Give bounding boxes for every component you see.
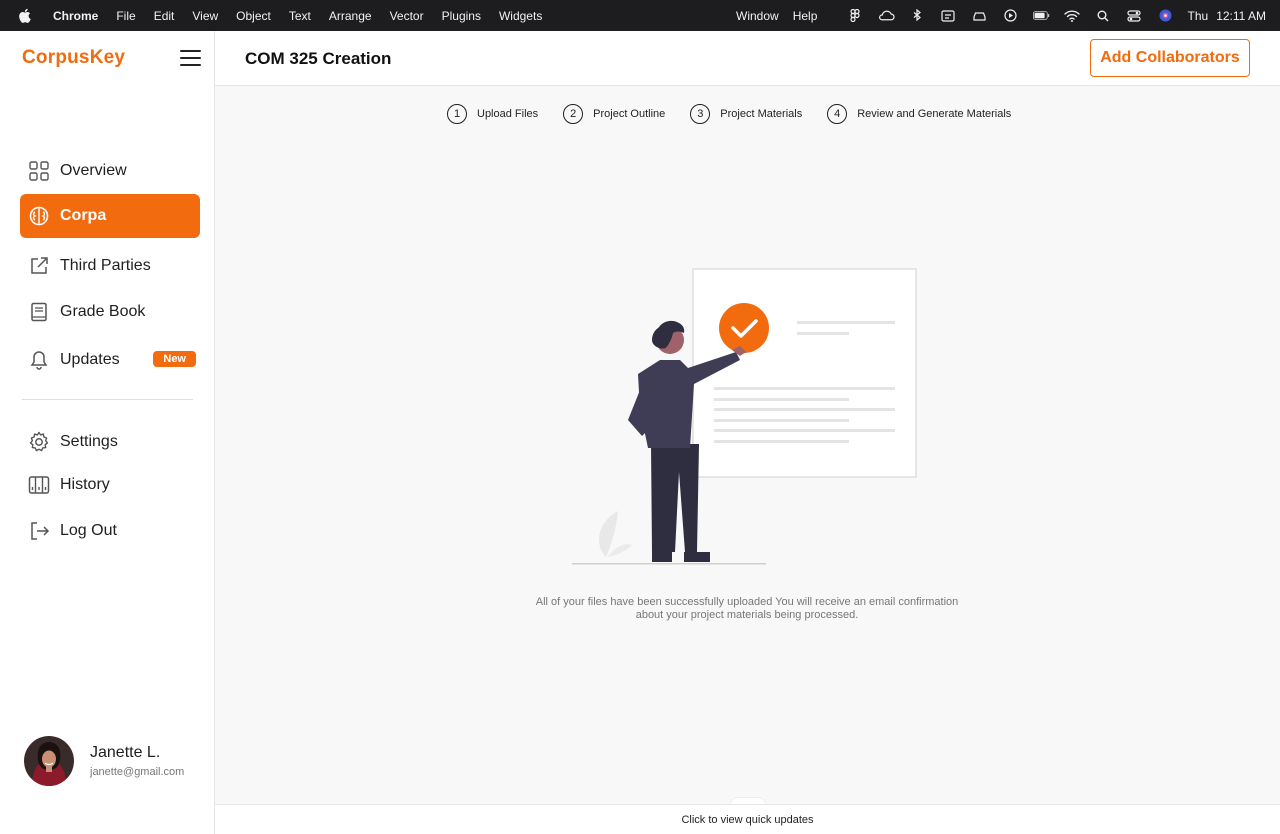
battery-icon [1032,9,1050,22]
step-upload-files[interactable]: 1 Upload Files [447,104,538,124]
step-number: 1 [447,104,467,124]
clock-time: 12:11 AM [1216,8,1266,23]
sidebar-item-settings[interactable]: Settings [20,420,200,464]
sidebar-item-history[interactable]: History [20,463,200,507]
sidebar-divider [22,399,193,400]
external-link-icon [28,255,50,277]
progress-stepper: 1 Upload Files 2 Project Outline 3 Proje… [447,104,1011,124]
menu-clock[interactable]: Thu 12:11 AM [1188,9,1267,23]
sidebar-item-label: History [60,476,110,493]
grid-icon [28,160,50,182]
user-name: Janette L. [90,744,161,761]
upload-success-illustration [560,262,930,572]
menu-edit[interactable]: Edit [154,9,175,23]
user-profile[interactable]: Janette L. janette@gmail.com [24,736,184,786]
sidebar-item-label: Third Parties [60,257,151,274]
page-header: COM 325 Creation Add Collaborators [215,31,1280,86]
menu-window[interactable]: Window [736,9,779,23]
menu-file[interactable]: File [116,9,135,23]
step-project-outline[interactable]: 2 Project Outline [563,104,665,124]
step-number: 2 [563,104,584,124]
quick-updates-label: Click to view quick updates [681,813,814,826]
cloud-sync-icon[interactable] [878,9,895,22]
play-icon[interactable] [1002,9,1019,22]
logout-icon [28,520,50,542]
menu-vector[interactable]: Vector [390,9,424,23]
menu-object[interactable]: Object [236,9,271,23]
siri-icon[interactable] [1157,9,1174,22]
menu-widgets[interactable]: Widgets [499,9,542,23]
bell-icon [28,349,50,371]
step-label: Project Materials [720,108,803,120]
step-label: Project Outline [593,108,666,120]
sidebar-item-overview[interactable]: Overview [20,149,200,193]
step-project-materials[interactable]: 3 Project Materials [690,104,802,124]
bluetooth-icon[interactable] [909,9,926,22]
new-badge: New [153,351,196,367]
figma-icon[interactable] [847,9,864,22]
avatar [24,736,74,786]
page-title: COM 325 Creation [245,49,392,68]
brand-logo[interactable]: CorpusKey [22,47,125,69]
sidebar-item-updates[interactable]: Updates New [20,338,200,382]
sidebar-item-label: Overview [60,162,127,179]
menu-help[interactable]: Help [793,9,818,23]
sidebar-item-label: Log Out [60,522,117,539]
step-number: 4 [827,104,848,124]
columns-icon [28,474,50,496]
sidebar: CorpusKey Overview Corpa Third Parties G… [0,31,215,834]
step-label: Review and Generate Materials [857,108,1012,120]
step-review-and-generate[interactable]: 4 Review and Generate Materials [827,104,1011,124]
gear-icon [28,431,50,453]
wifi-icon[interactable] [1064,9,1081,22]
menu-text[interactable]: Text [289,9,311,23]
sidebar-item-label: Settings [60,433,118,450]
book-icon [28,301,50,323]
sidebar-item-label: Grade Book [60,303,146,320]
upload-success-message: All of your files have been successfully… [500,596,994,622]
sidebar-item-corpa[interactable]: Corpa [20,194,200,238]
hamburger-menu-icon[interactable] [180,50,201,66]
sidebar-item-third-parties[interactable]: Third Parties [20,244,200,288]
menu-arrange[interactable]: Arrange [329,9,372,23]
step-label: Upload Files [477,108,539,120]
sidebar-item-log-out[interactable]: Log Out [20,509,200,553]
control-center-icon[interactable] [1126,9,1143,22]
sidebar-item-label: Corpa [60,207,107,224]
message-line-2: about your project materials being proce… [635,609,859,621]
system-menu-bar: Chrome File Edit View Object Text Arrang… [0,0,1280,31]
sidebar-item-label: Updates [60,351,120,368]
message-line-1: All of your files have been successfully… [535,596,959,608]
step-number: 3 [690,104,711,124]
spotlight-search-icon[interactable] [1095,9,1112,22]
quick-updates-bar[interactable]: Click to view quick updates [215,804,1280,834]
apple-icon[interactable] [16,8,32,24]
sidebar-item-grade-book[interactable]: Grade Book [20,290,200,334]
menu-plugins[interactable]: Plugins [442,9,481,23]
add-collaborators-button[interactable]: Add Collaborators [1090,39,1250,77]
clock-day: Thu [1187,8,1209,23]
brain-icon [28,205,50,227]
user-email: janette@gmail.com [90,766,185,778]
menu-app-name[interactable]: Chrome [53,9,98,23]
car-icon[interactable] [971,9,988,22]
screen-share-icon[interactable] [940,9,957,22]
menu-view[interactable]: View [192,9,218,23]
